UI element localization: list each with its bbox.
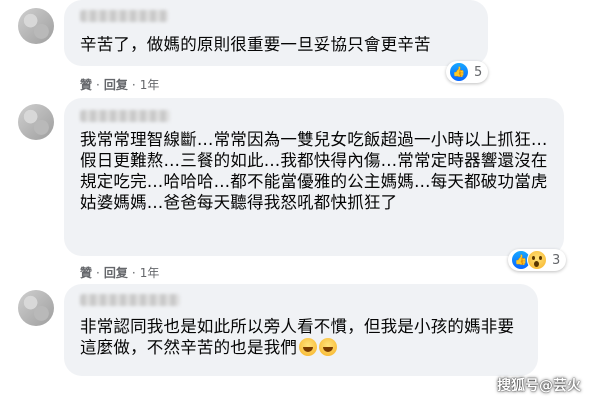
reaction-summary[interactable]: 👍 3 xyxy=(508,249,567,271)
reaction-count: 5 xyxy=(474,64,483,80)
like-icon: 👍 xyxy=(449,62,469,82)
commenter-name[interactable] xyxy=(80,110,170,122)
avatar[interactable] xyxy=(18,8,54,44)
comment-text: 我常常理智線斷…常常因為一雙兒女吃飯超過一小時以上抓狂…假日更難熬…三餐的如此…… xyxy=(80,130,548,212)
comment-bubble: 我常常理智線斷…常常因為一雙兒女吃飯超過一小時以上抓狂…假日更難熬…三餐的如此…… xyxy=(64,98,564,256)
comment-actions: 贊 · 回复 · 1年 xyxy=(80,264,160,281)
comment-text: 非常認同我也是如此所以旁人看不慣，但我是小孩的媽非要這麼做，不然辛苦的也是我們 xyxy=(80,316,526,358)
comment-actions: 贊 · 回复 · 1年 xyxy=(80,76,160,93)
like-button[interactable]: 贊 xyxy=(80,264,92,281)
comment-text: 辛苦了，做媽的原則很重要一旦妥協只會更辛苦 xyxy=(80,35,431,54)
reply-button[interactable]: 回复 xyxy=(104,76,128,93)
timestamp[interactable]: 1年 xyxy=(140,264,160,281)
commenter-name[interactable] xyxy=(80,294,180,306)
comment-bubble: 非常認同我也是如此所以旁人看不慣，但我是小孩的媽非要這麼做，不然辛苦的也是我們 xyxy=(64,284,538,376)
timestamp[interactable]: 1年 xyxy=(140,76,160,93)
comment-text-content: 非常認同我也是如此所以旁人看不慣，但我是小孩的媽非要這麼做，不然辛苦的也是我們 xyxy=(80,317,515,357)
watermark: 搜狐号@芸火 xyxy=(497,378,581,394)
avatar[interactable] xyxy=(18,290,54,326)
commenter-name[interactable] xyxy=(80,10,168,22)
reaction-summary[interactable]: 👍 5 xyxy=(446,61,489,83)
like-button[interactable]: 贊 xyxy=(80,76,92,93)
comment-bubble: 辛苦了，做媽的原則很重要一旦妥協只會更辛苦 xyxy=(64,0,488,66)
wow-icon xyxy=(527,250,547,270)
avatar[interactable] xyxy=(18,104,54,140)
grin-emoji xyxy=(299,338,318,356)
grin-emoji xyxy=(319,338,338,356)
reaction-count: 3 xyxy=(552,252,561,268)
reply-button[interactable]: 回复 xyxy=(104,264,128,281)
